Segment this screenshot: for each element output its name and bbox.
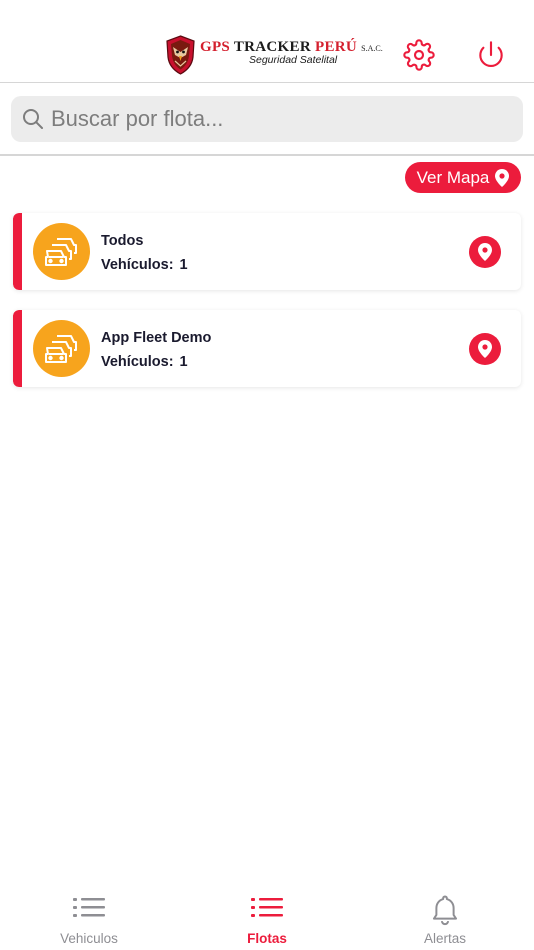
fleet-avatar <box>33 223 90 280</box>
fleet-card[interactable]: App Fleet Demo Vehículos: 1 <box>13 310 521 387</box>
fleet-list: Todos Vehículos: 1 App Fleet Demo Vehícu… <box>13 213 521 407</box>
cars-fleet-icon <box>44 237 77 266</box>
divider <box>0 154 534 156</box>
search-bar[interactable] <box>11 96 523 142</box>
logout-button[interactable] <box>474 38 508 72</box>
location-pin-icon <box>478 243 492 261</box>
logo-brand-peru: PERÚ <box>315 39 358 55</box>
fleet-vehicle-count: Vehículos: 1 <box>101 257 188 273</box>
view-map-label: Ver Mapa <box>416 167 490 187</box>
fleet-name: App Fleet Demo <box>101 330 212 346</box>
logo-brand-gps: GPS <box>200 39 231 55</box>
gear-icon <box>403 39 435 71</box>
vehicles-count: 1 <box>179 257 188 273</box>
tab-label: Flotas <box>247 931 287 946</box>
tab-alertas[interactable]: Alertas <box>356 885 534 950</box>
card-accent-bar <box>13 213 22 290</box>
tab-label: Vehiculos <box>60 931 118 946</box>
fleet-vehicle-count: Vehículos: 1 <box>101 354 188 370</box>
list-icon <box>251 893 283 927</box>
logo-brand-suffix: S.A.C. <box>361 44 383 53</box>
logo-brand-tracker: TRACKER <box>233 39 311 55</box>
view-map-button[interactable]: Ver Mapa <box>405 162 521 193</box>
vehicles-label: Vehículos: <box>101 354 174 370</box>
tab-flotas[interactable]: Flotas <box>178 885 356 950</box>
power-icon <box>479 41 503 67</box>
fleet-map-button[interactable] <box>469 333 501 365</box>
fleet-avatar <box>33 320 90 377</box>
location-pin-icon <box>478 340 492 358</box>
settings-button[interactable] <box>402 38 436 72</box>
search-input[interactable] <box>51 106 523 132</box>
tab-label: Alertas <box>423 931 467 946</box>
app-header: GPS TRACKER PERÚ S.A.C. Seguridad Sateli… <box>0 0 534 83</box>
brand-logo: GPS TRACKER PERÚ S.A.C. Seguridad Sateli… <box>165 35 383 75</box>
eagle-shield-icon <box>166 35 195 75</box>
list-icon <box>73 893 105 927</box>
logo-tagline: Seguridad Satelital <box>249 54 338 66</box>
bottom-tab-bar: Vehiculos Flotas Alertas <box>0 885 534 950</box>
card-accent-bar <box>13 310 22 387</box>
bell-icon <box>430 893 460 927</box>
tab-vehiculos[interactable]: Vehiculos <box>0 885 178 950</box>
fleet-name: Todos <box>101 233 144 249</box>
cars-fleet-icon <box>44 334 77 363</box>
vehicles-label: Vehículos: <box>101 257 174 273</box>
location-pin-icon <box>495 168 510 187</box>
fleet-map-button[interactable] <box>469 236 501 268</box>
search-icon <box>21 107 45 131</box>
vehicles-count: 1 <box>179 354 188 370</box>
fleet-card[interactable]: Todos Vehículos: 1 <box>13 213 521 290</box>
